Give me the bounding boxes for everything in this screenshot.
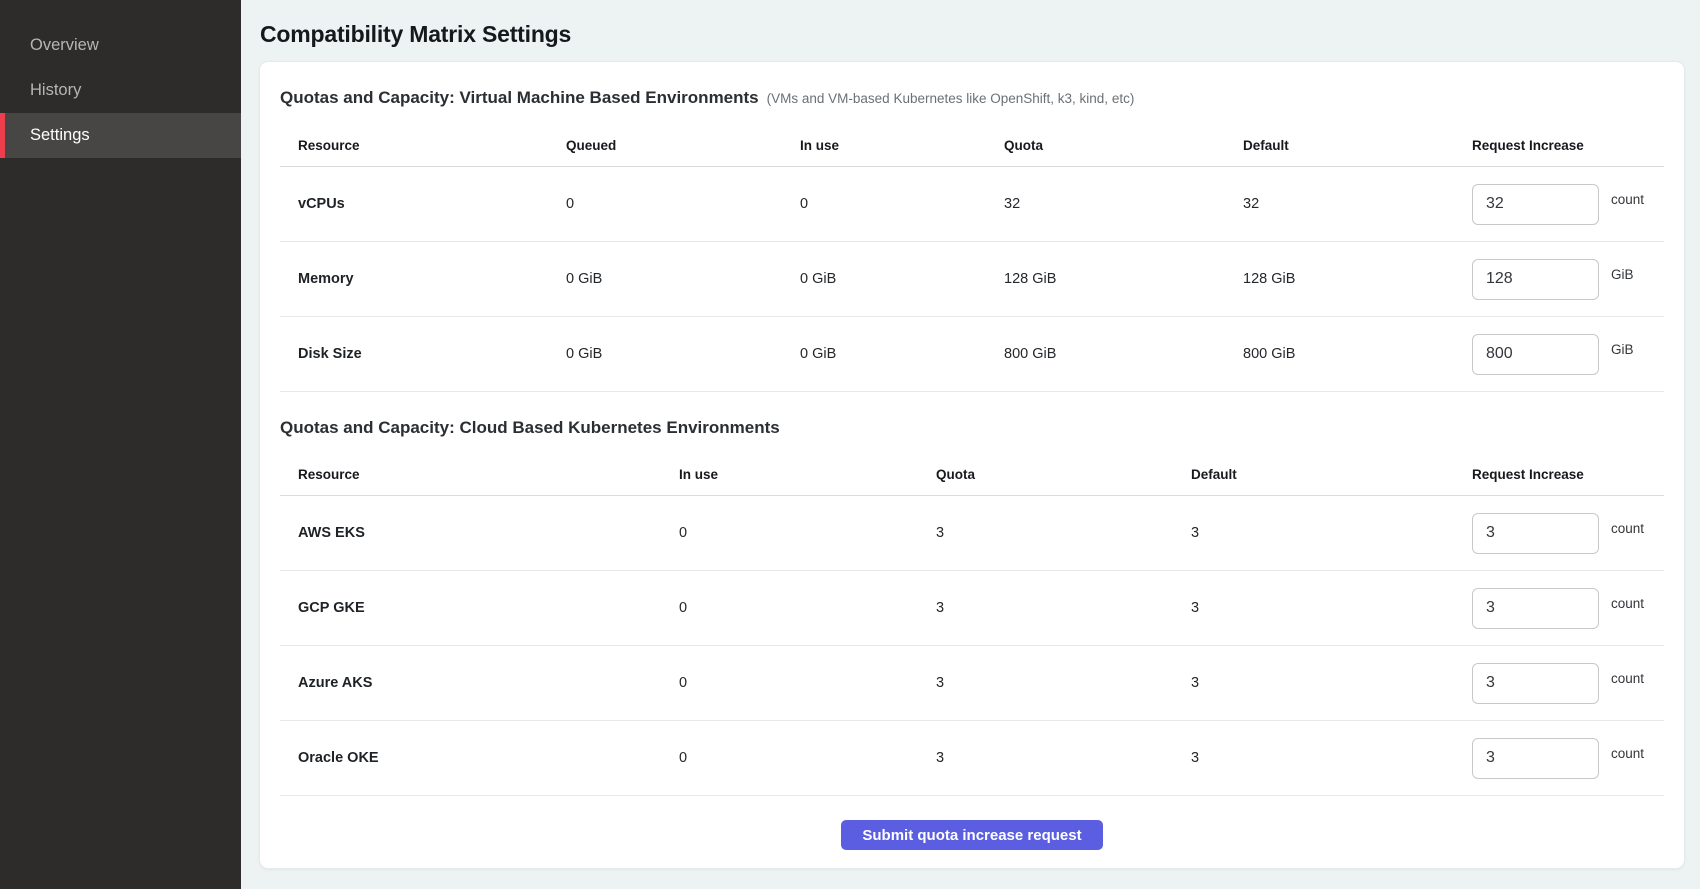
table-row-oracle-oke: Oracle OKE033count xyxy=(280,721,1664,796)
resource-name: GCP GKE xyxy=(280,600,679,616)
table-row-azure-aks: Azure AKS033count xyxy=(280,646,1664,721)
in-use-value: 0 xyxy=(679,525,936,541)
unit-label: GiB xyxy=(1611,342,1634,357)
column-header-request-increase: Request Increase xyxy=(1472,467,1664,482)
default-value: 3 xyxy=(1191,525,1472,541)
resource-name: Oracle OKE xyxy=(280,750,679,766)
column-header-in-use: In use xyxy=(679,467,936,482)
request-increase-cell: GiB xyxy=(1472,334,1664,375)
default-value: 3 xyxy=(1191,600,1472,616)
sidebar-item-label: Settings xyxy=(30,126,90,145)
request-increase-cell: count xyxy=(1472,184,1664,225)
request-increase-cell: count xyxy=(1472,588,1664,629)
submit-quota-increase-button[interactable]: Submit quota increase request xyxy=(841,820,1102,850)
unit-label: count xyxy=(1611,192,1644,207)
column-header-quota: Quota xyxy=(936,467,1191,482)
resource-name: vCPUs xyxy=(280,196,566,212)
disk-size-request-increase-input[interactable] xyxy=(1472,334,1599,375)
column-header-default: Default xyxy=(1191,467,1472,482)
unit-label: GiB xyxy=(1611,267,1634,282)
queued-value: 0 xyxy=(566,196,800,212)
default-value: 128 GiB xyxy=(1243,271,1472,287)
table-row-aws-eks: AWS EKS033count xyxy=(280,496,1664,571)
unit-label: count xyxy=(1611,521,1644,536)
column-header-queued: Queued xyxy=(566,138,800,153)
oracle-oke-request-increase-input[interactable] xyxy=(1472,738,1599,779)
column-header-quota: Quota xyxy=(1004,138,1243,153)
vm-quota-table: ResourceQueuedIn useQuotaDefaultRequest … xyxy=(280,125,1664,392)
resource-name: Disk Size xyxy=(280,346,566,362)
sidebar-item-history[interactable]: History xyxy=(0,68,241,113)
table-row-gcp-gke: GCP GKE033count xyxy=(280,571,1664,646)
vcpus-request-increase-input[interactable] xyxy=(1472,184,1599,225)
vm-section-header-row: ResourceQueuedIn useQuotaDefaultRequest … xyxy=(280,125,1664,167)
aws-eks-request-increase-input[interactable] xyxy=(1472,513,1599,554)
column-header-in-use: In use xyxy=(800,138,1004,153)
submit-button-row: Submit quota increase request xyxy=(280,820,1664,850)
queued-value: 0 GiB xyxy=(566,346,800,362)
table-row-memory: Memory0 GiB0 GiB128 GiB128 GiBGiB xyxy=(280,242,1664,317)
cloud-quota-table: ResourceIn useQuotaDefaultRequest Increa… xyxy=(280,454,1664,796)
quota-value: 3 xyxy=(936,525,1191,541)
default-value: 32 xyxy=(1243,196,1472,212)
sidebar-item-overview[interactable]: Overview xyxy=(0,23,241,68)
quota-value: 32 xyxy=(1004,196,1243,212)
default-value: 3 xyxy=(1191,675,1472,691)
vm-section-title-text: Quotas and Capacity: Virtual Machine Bas… xyxy=(280,88,759,107)
in-use-value: 0 xyxy=(800,196,1004,212)
quota-value: 128 GiB xyxy=(1004,271,1243,287)
default-value: 800 GiB xyxy=(1243,346,1472,362)
table-row-disk-size: Disk Size0 GiB0 GiB800 GiB800 GiBGiB xyxy=(280,317,1664,392)
unit-label: count xyxy=(1611,671,1644,686)
in-use-value: 0 xyxy=(679,750,936,766)
in-use-value: 0 GiB xyxy=(800,346,1004,362)
unit-label: count xyxy=(1611,596,1644,611)
page-title: Compatibility Matrix Settings xyxy=(260,20,1685,48)
memory-request-increase-input[interactable] xyxy=(1472,259,1599,300)
in-use-value: 0 xyxy=(679,675,936,691)
unit-label: count xyxy=(1611,746,1644,761)
active-indicator-bar xyxy=(0,113,5,158)
resource-name: AWS EKS xyxy=(280,525,679,541)
sidebar-item-label: Overview xyxy=(30,36,99,55)
default-value: 3 xyxy=(1191,750,1472,766)
quota-value: 800 GiB xyxy=(1004,346,1243,362)
sidebar: Overview History Settings xyxy=(0,0,241,889)
vm-section-title: Quotas and Capacity: Virtual Machine Bas… xyxy=(280,86,1664,111)
gcp-gke-request-increase-input[interactable] xyxy=(1472,588,1599,629)
table-row-vcpus: vCPUs003232count xyxy=(280,167,1664,242)
cloud-quota-section: Quotas and Capacity: Cloud Based Kuberne… xyxy=(280,416,1664,796)
quota-value: 3 xyxy=(936,600,1191,616)
column-header-default: Default xyxy=(1243,138,1472,153)
cloud-section-header-row: ResourceIn useQuotaDefaultRequest Increa… xyxy=(280,454,1664,496)
request-increase-cell: GiB xyxy=(1472,259,1664,300)
column-header-request-increase: Request Increase xyxy=(1472,138,1664,153)
cloud-section-title-text: Quotas and Capacity: Cloud Based Kuberne… xyxy=(280,418,780,437)
column-header-resource: Resource xyxy=(280,138,566,153)
vm-section-subtitle: (VMs and VM-based Kubernetes like OpenSh… xyxy=(767,91,1135,106)
quota-value: 3 xyxy=(936,675,1191,691)
column-header-resource: Resource xyxy=(280,467,679,482)
quota-settings-card: Quotas and Capacity: Virtual Machine Bas… xyxy=(259,61,1685,869)
request-increase-cell: count xyxy=(1472,513,1664,554)
request-increase-cell: count xyxy=(1472,738,1664,779)
in-use-value: 0 GiB xyxy=(800,271,1004,287)
azure-aks-request-increase-input[interactable] xyxy=(1472,663,1599,704)
vm-quota-section: Quotas and Capacity: Virtual Machine Bas… xyxy=(280,86,1664,392)
sidebar-item-settings[interactable]: Settings xyxy=(0,113,241,158)
queued-value: 0 GiB xyxy=(566,271,800,287)
resource-name: Azure AKS xyxy=(280,675,679,691)
quota-value: 3 xyxy=(936,750,1191,766)
sidebar-item-label: History xyxy=(30,81,81,100)
in-use-value: 0 xyxy=(679,600,936,616)
resource-name: Memory xyxy=(280,271,566,287)
request-increase-cell: count xyxy=(1472,663,1664,704)
main-content: Compatibility Matrix Settings Quotas and… xyxy=(241,0,1700,869)
cloud-section-title: Quotas and Capacity: Cloud Based Kuberne… xyxy=(280,416,1664,440)
